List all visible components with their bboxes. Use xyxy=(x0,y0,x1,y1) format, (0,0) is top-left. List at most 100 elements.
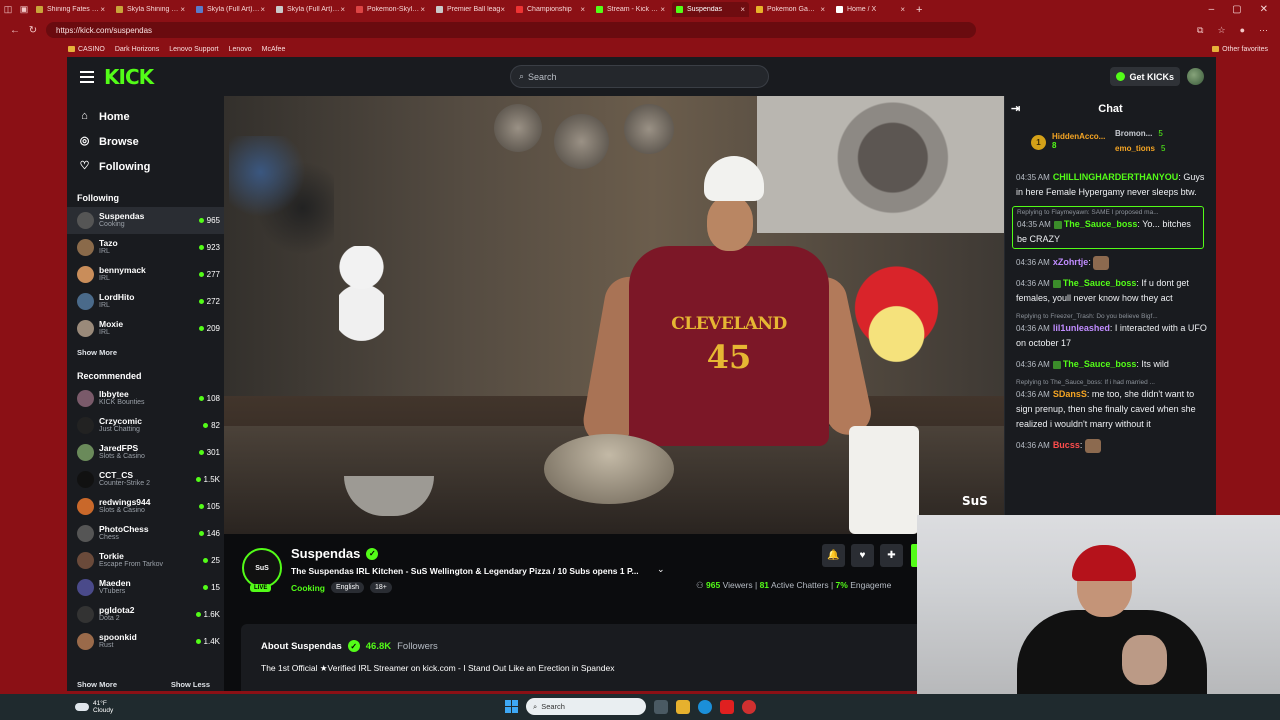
weather-widget[interactable]: 41°F Cloudy xyxy=(75,700,113,714)
sidebar-channel-redwings944[interactable]: redwings944 Slots & Casino 105 xyxy=(67,493,224,520)
close-tab-icon[interactable]: × xyxy=(420,5,425,14)
bookmark-dark-horizons[interactable]: Dark Horizons xyxy=(115,46,159,53)
more-icon[interactable]: ⋯ xyxy=(1259,25,1268,36)
chat-username[interactable]: lil1unleashed xyxy=(1053,323,1110,333)
browser-tab[interactable]: Premier Ball leag × xyxy=(432,2,509,17)
sidebar-channel-jaredfps[interactable]: JaredFPS Slots & Casino 301 xyxy=(67,439,224,466)
sidebar-channel-lordhito[interactable]: LordHito IRL 272 xyxy=(67,288,224,315)
chat-username[interactable]: CHILLINGHARDERTHANYOU xyxy=(1053,172,1179,182)
start-button[interactable] xyxy=(505,700,518,713)
nav-home[interactable]: ⌂ Home xyxy=(67,104,224,129)
menu-icon[interactable] xyxy=(80,70,94,83)
profile-icon[interactable]: ● xyxy=(1240,25,1245,36)
bookmark-lenovo-support[interactable]: Lenovo Support xyxy=(169,46,218,53)
close-tab-icon[interactable]: × xyxy=(580,5,585,14)
search-input[interactable]: ⌕ Search xyxy=(510,65,769,88)
channel-avatar[interactable]: SuS xyxy=(242,548,282,588)
sidebar-channel-pgldota2[interactable]: pgldota2 Dota 2 1.6K xyxy=(67,601,224,628)
browser-tab[interactable]: Suspendas × xyxy=(672,2,749,17)
browser-tab[interactable]: Championship × xyxy=(512,2,589,17)
chat-username[interactable]: The_Sauce_boss xyxy=(1064,219,1138,229)
chat-username[interactable]: SDansS xyxy=(1053,389,1087,399)
browser-tab[interactable]: Home / X × xyxy=(832,2,909,17)
taskbar-search[interactable]: ⌕ Search xyxy=(526,698,646,715)
bookmark-casino[interactable]: CASINO xyxy=(68,46,105,53)
close-tab-icon[interactable]: × xyxy=(820,5,825,14)
chat-message[interactable]: 04:36 AM xZohrtje: xyxy=(1016,255,1208,270)
minimize-button[interactable]: – xyxy=(1209,4,1215,15)
get-kicks-button[interactable]: Get KICKs xyxy=(1110,67,1180,86)
chat-message[interactable]: 04:36 AM Bucss: xyxy=(1016,438,1208,453)
user-avatar[interactable] xyxy=(1187,68,1204,85)
obs-icon[interactable] xyxy=(742,699,756,714)
sidebar-channel-tazo[interactable]: Tazo IRL 923 xyxy=(67,234,224,261)
sidebar-channel-spoonkid[interactable]: spoonkid Rust 1.4K xyxy=(67,628,224,655)
nav-following[interactable]: ♡ Following xyxy=(67,154,224,179)
favorites-icon[interactable]: ☆ xyxy=(1217,25,1225,36)
gifter-row[interactable]: Bromon... 5 xyxy=(1115,126,1163,141)
sidebar-channel-cct_cs[interactable]: CCT_CS Counter-Strike 2 1.5K xyxy=(67,466,224,493)
browser-tab[interactable]: Shining Fates Cas × xyxy=(32,2,109,17)
chat-message[interactable]: 04:35 AM CHILLINGHARDERTHANYOU: Guys in h… xyxy=(1016,170,1208,200)
close-tab-icon[interactable]: × xyxy=(260,5,265,14)
bookmark-lenovo[interactable]: Lenovo xyxy=(229,46,252,53)
chat-message[interactable]: Replying to The_Sauce_boss: If i had mar… xyxy=(1016,378,1208,432)
file-explorer-icon[interactable] xyxy=(676,699,690,714)
chevron-down-icon[interactable]: ⌄ xyxy=(657,564,665,575)
sidebar-channel-bennymack[interactable]: bennymack IRL 277 xyxy=(67,261,224,288)
chat-username[interactable]: The_Sauce_boss xyxy=(1063,278,1137,288)
kick-logo[interactable]: KICK xyxy=(104,65,154,89)
video-player[interactable]: CLEVELAND 45 SuS xyxy=(224,96,1004,534)
browser-tab[interactable]: Skyla (Full Art) - S × xyxy=(192,2,269,17)
tag-language[interactable]: English xyxy=(331,582,364,593)
gift-sub-button[interactable]: ✚ xyxy=(880,544,903,567)
close-tab-icon[interactable]: × xyxy=(900,5,905,14)
maximize-button[interactable]: ▢ xyxy=(1232,4,1241,15)
tab-actions-icon[interactable]: ▣ xyxy=(16,0,32,19)
url-field[interactable]: https://kick.com/suspendas xyxy=(46,22,976,38)
top-gifter[interactable]: 1 HiddenAcco... 8 xyxy=(1031,132,1105,151)
show-less-recommended[interactable]: Show Less xyxy=(171,680,210,689)
sidebar-channel-maeden[interactable]: Maeden VTubers 15 xyxy=(67,574,224,601)
gifter-row[interactable]: emo_tions 5 xyxy=(1115,141,1165,156)
browser-tab[interactable]: Stream - Kick Dash× xyxy=(592,2,669,17)
close-tab-icon[interactable]: × xyxy=(740,5,745,14)
notification-bell-button[interactable]: 🔔 xyxy=(822,544,845,567)
other-favorites[interactable]: Other favorites xyxy=(1212,46,1280,53)
chat-username[interactable]: Bucss xyxy=(1053,440,1080,450)
chat-message[interactable]: 04:36 AM The_Sauce_boss: Its wild xyxy=(1016,357,1208,372)
youtube-icon[interactable] xyxy=(720,699,734,714)
chat-message[interactable]: Replying to Freezer_Trash: Do you believ… xyxy=(1016,312,1208,351)
browser-menu-icon[interactable]: ◫ xyxy=(0,0,16,19)
close-tab-icon[interactable]: × xyxy=(500,5,505,14)
show-more-recommended[interactable]: Show More xyxy=(77,680,117,689)
nav-browse[interactable]: ◎ Browse xyxy=(67,129,224,154)
close-tab-icon[interactable]: × xyxy=(660,5,665,14)
sidebar-channel-photochess[interactable]: PhotoChess Chess 146 xyxy=(67,520,224,547)
close-tab-icon[interactable]: × xyxy=(180,5,185,14)
collapse-chat-icon[interactable]: ⇥ xyxy=(1011,102,1020,115)
new-tab-button[interactable]: + xyxy=(916,4,922,16)
sidebar-channel-torkie[interactable]: Torkie Escape From Tarkov 25 xyxy=(67,547,224,574)
sidebar-channel-suspendas[interactable]: Suspendas Cooking 965 xyxy=(67,207,224,234)
close-tab-icon[interactable]: × xyxy=(100,5,105,14)
show-more-following[interactable]: Show More xyxy=(67,348,224,357)
browser-tab[interactable]: Pokemon Games (× xyxy=(752,2,829,17)
browser-tab[interactable]: Pokemon-Skyla (F × xyxy=(352,2,429,17)
chat-username[interactable]: xZohrtje xyxy=(1053,257,1089,267)
chat-username[interactable]: The_Sauce_boss xyxy=(1063,359,1137,369)
channel-name[interactable]: Suspendas xyxy=(291,546,360,561)
close-tab-icon[interactable]: × xyxy=(340,5,345,14)
sidebar-channel-crzycomic[interactable]: Crzycomic Just Chatting 82 xyxy=(67,412,224,439)
chat-message[interactable]: Replying to Flaymeyawn: SAME I proposed … xyxy=(1012,206,1204,249)
follow-heart-button[interactable]: ♥ xyxy=(851,544,874,567)
browser-tab[interactable]: Skyla (Full Art) - S × xyxy=(272,2,349,17)
close-window-button[interactable]: ✕ xyxy=(1260,4,1268,15)
chat-message[interactable]: 04:36 AM The_Sauce_boss: If u dont get fe… xyxy=(1016,276,1208,306)
back-button[interactable]: ← xyxy=(6,25,24,36)
sidebar-channel-moxie[interactable]: Moxie IRL 209 xyxy=(67,315,224,342)
edge-browser-icon[interactable] xyxy=(698,699,712,714)
bookmark-mcafee[interactable]: McAfee xyxy=(262,46,286,53)
refresh-button[interactable]: ↻ xyxy=(24,25,42,36)
task-view-icon[interactable] xyxy=(654,699,668,714)
